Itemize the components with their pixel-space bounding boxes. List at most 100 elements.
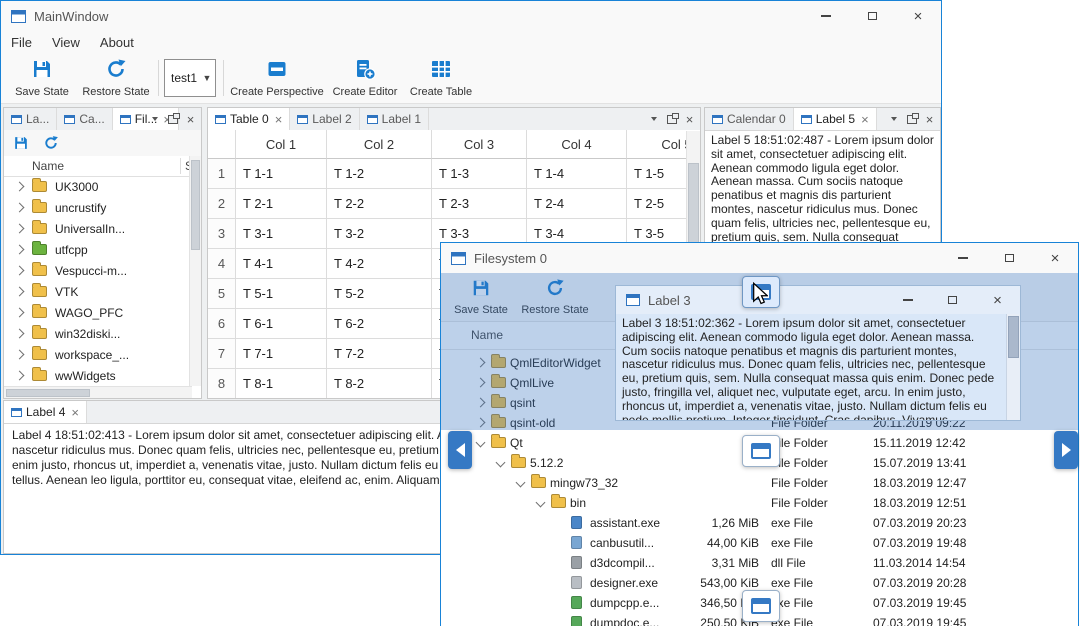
tree-item[interactable]: wwWidgets	[4, 365, 192, 386]
dock-tab[interactable]: Calendar 0	[705, 108, 794, 130]
filesystem-titlebar[interactable]: Filesystem 0 ×	[441, 243, 1078, 273]
tree-item[interactable]: uncrustify	[4, 197, 192, 218]
scrollbar-thumb[interactable]	[1008, 316, 1019, 358]
column-header[interactable]: Col 4	[527, 130, 627, 159]
tree-item[interactable]: UniversalIn...	[4, 218, 192, 239]
expand-chevron-icon[interactable]	[14, 307, 25, 318]
tree-item[interactable]: WAGO_PFC	[4, 302, 192, 323]
expand-chevron-icon[interactable]	[14, 349, 25, 360]
dock-indicator-center[interactable]	[742, 435, 780, 467]
table-cell[interactable]: T 6-2	[327, 309, 432, 339]
table-cell[interactable]: T 2-2	[327, 189, 432, 219]
table-cell[interactable]: T 5-1	[236, 279, 327, 309]
save-state-button[interactable]: Save State	[9, 56, 75, 100]
tab-menu-button[interactable]	[885, 110, 902, 128]
row-number[interactable]: 5	[208, 279, 236, 309]
create-table-button[interactable]: Create Table	[405, 56, 477, 100]
expand-chevron-icon[interactable]	[515, 477, 526, 488]
table-cell[interactable]: T 6-1	[236, 309, 327, 339]
label3-window[interactable]: Label 3 × Label 3 18:51:02:362 - Lorem i…	[615, 285, 1021, 421]
tree-item[interactable]: win32diski...	[4, 323, 192, 344]
expand-chevron-icon[interactable]	[14, 265, 25, 276]
maximize-button[interactable]	[986, 243, 1032, 273]
row-number[interactable]: 7	[208, 339, 236, 369]
table-cell[interactable]: T 1-1	[236, 159, 327, 189]
maximize-button[interactable]	[849, 1, 895, 31]
tab-menu-button[interactable]	[645, 110, 662, 128]
dock-tab[interactable]: Table 0 ×	[208, 108, 291, 130]
vertical-scrollbar[interactable]	[189, 156, 201, 386]
close-tab-icon[interactable]: ×	[71, 406, 79, 419]
menu-item-view[interactable]: View	[42, 31, 90, 54]
table-cell[interactable]: T 7-1	[236, 339, 327, 369]
dock-tab[interactable]: Label 5 ×	[793, 108, 877, 130]
close-button[interactable]: ×	[975, 286, 1020, 314]
save-state-button[interactable]	[10, 132, 32, 154]
fs-tree-row[interactable]: d3dcompil... 3,31 MiB dll File 11.03.2014 1…	[441, 553, 1078, 573]
close-dock-button[interactable]: ×	[681, 110, 698, 128]
close-button[interactable]: ×	[895, 1, 941, 31]
main-titlebar[interactable]: MainWindow ×	[1, 1, 941, 31]
minimize-button[interactable]	[940, 243, 986, 273]
table-cell[interactable]: T 4-2	[327, 249, 432, 279]
tree-item[interactable]: Vespucci-m...	[4, 260, 192, 281]
fs-tree-row[interactable]: canbusutil... 44,00 KiB exe File 07.03.2019…	[441, 533, 1078, 553]
table-cell[interactable]: T 4-1	[236, 249, 327, 279]
dock-tab[interactable]: Ca...	[57, 108, 113, 130]
tab-menu-button[interactable]	[146, 110, 163, 128]
table-cell[interactable]: T 5-2	[327, 279, 432, 309]
row-number[interactable]: 1	[208, 159, 236, 189]
label3-titlebar[interactable]: Label 3 ×	[616, 286, 1020, 314]
perspective-combo[interactable]: test1 ▼	[164, 59, 216, 97]
minimize-button[interactable]	[803, 1, 849, 31]
row-number[interactable]: 3	[208, 219, 236, 249]
scrollbar-thumb[interactable]	[6, 389, 90, 397]
expand-chevron-icon[interactable]	[475, 437, 486, 448]
close-button[interactable]: ×	[1032, 243, 1078, 273]
column-header[interactable]: Col 3	[432, 130, 527, 159]
undock-button[interactable]	[663, 110, 680, 128]
fs-tree-row[interactable]: mingw73_32 File Folder 18.03.2019 12:47	[441, 473, 1078, 493]
create-perspective-button[interactable]: Create Perspective	[229, 56, 325, 100]
expand-chevron-icon[interactable]	[14, 181, 25, 192]
expand-chevron-icon[interactable]	[14, 244, 25, 255]
fs-tree-row[interactable]: assistant.exe 1,26 MiB exe File 07.03.2019 …	[441, 513, 1078, 533]
column-header[interactable]: Col 1	[236, 130, 327, 159]
expand-chevron-icon[interactable]	[495, 457, 506, 468]
table-cell[interactable]: T 1-3	[432, 159, 527, 189]
dock-tab[interactable]: Label 4 ×	[4, 401, 87, 423]
undock-button[interactable]	[903, 110, 920, 128]
name-column-header[interactable]: Name	[32, 159, 64, 173]
create-editor-button[interactable]: Create Editor	[329, 56, 401, 100]
undock-button[interactable]	[164, 110, 181, 128]
dock-indicator-right[interactable]	[1054, 431, 1078, 469]
minimize-button[interactable]	[885, 286, 930, 314]
column-splitter[interactable]	[180, 158, 181, 174]
row-number[interactable]: 8	[208, 369, 236, 398]
table-cell[interactable]: T 3-1	[236, 219, 327, 249]
expand-chevron-icon[interactable]	[14, 370, 25, 381]
vertical-scrollbar[interactable]	[1006, 314, 1020, 420]
row-number[interactable]: 6	[208, 309, 236, 339]
close-tab-icon[interactable]: ×	[861, 113, 869, 126]
table-cell[interactable]: T 7-2	[327, 339, 432, 369]
tree-item[interactable]: VTK	[4, 281, 192, 302]
scrollbar-thumb[interactable]	[191, 160, 200, 250]
table-cell[interactable]: T 8-2	[327, 369, 432, 398]
row-number[interactable]: 2	[208, 189, 236, 219]
restore-state-button[interactable]	[40, 132, 62, 154]
close-dock-button[interactable]: ×	[921, 110, 938, 128]
tree-item[interactable]: UK3000	[4, 176, 192, 197]
table-cell[interactable]: T 8-1	[236, 369, 327, 398]
expand-chevron-icon[interactable]	[535, 497, 546, 508]
dock-indicator-bottom[interactable]	[742, 590, 780, 622]
maximize-button[interactable]	[930, 286, 975, 314]
tree-header[interactable]: Name Si	[4, 156, 201, 177]
horizontal-scrollbar[interactable]	[4, 386, 192, 398]
dock-tab[interactable]: Label 2	[290, 108, 360, 130]
column-header[interactable]: Col 2	[327, 130, 432, 159]
menu-item-file[interactable]: File	[1, 31, 42, 54]
fs-tree-row[interactable]: bin File Folder 18.03.2019 12:51	[441, 493, 1078, 513]
expand-chevron-icon[interactable]	[14, 223, 25, 234]
close-tab-icon[interactable]: ×	[275, 113, 283, 126]
